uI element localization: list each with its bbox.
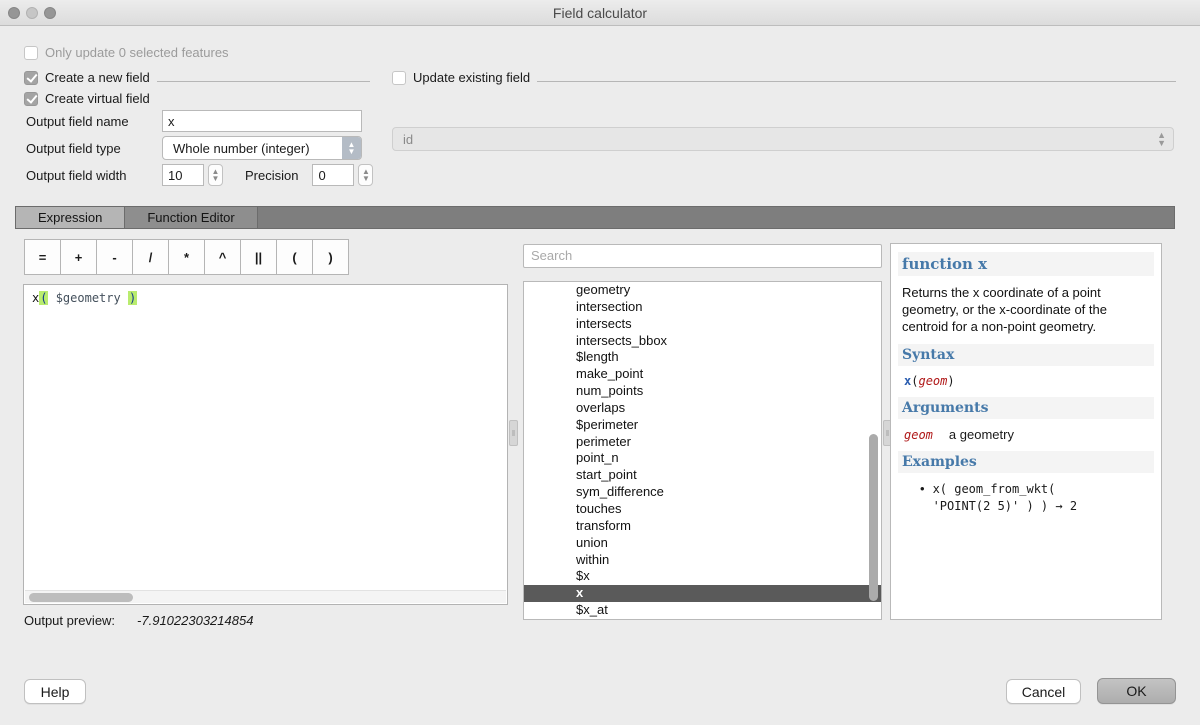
precision-label: Precision bbox=[245, 168, 298, 183]
operator-button[interactable]: + bbox=[60, 239, 97, 275]
existing-field-select: id ▲▼ bbox=[392, 127, 1174, 151]
expression-editor[interactable]: x( $geometry ) bbox=[23, 284, 508, 605]
tab-expression[interactable]: Expression bbox=[16, 207, 125, 228]
create-virtual-field-checkbox[interactable] bbox=[24, 92, 38, 106]
function-help-panel: function x Returns the x coordinate of a… bbox=[890, 243, 1162, 620]
cancel-button[interactable]: Cancel bbox=[1006, 679, 1081, 704]
precision-stepper[interactable]: ▲▼ bbox=[358, 164, 373, 186]
argument-row: geoma geometry bbox=[904, 427, 1150, 442]
output-field-type-value: Whole number (integer) bbox=[163, 141, 310, 156]
only-update-selected-checkbox[interactable] bbox=[24, 46, 38, 60]
operator-button[interactable]: ) bbox=[312, 239, 349, 275]
create-new-field-checkbox[interactable] bbox=[24, 71, 38, 85]
list-item[interactable]: $x bbox=[524, 568, 881, 585]
precision-value: 0 bbox=[318, 168, 325, 183]
create-new-field-row[interactable]: Create a new field bbox=[24, 70, 370, 85]
search-input[interactable]: Search bbox=[523, 244, 882, 268]
create-virtual-field-row[interactable]: Create virtual field bbox=[24, 91, 150, 106]
create-virtual-field-label: Create virtual field bbox=[45, 91, 150, 106]
title-bar[interactable]: Field calculator bbox=[0, 0, 1200, 26]
syntax-heading: Syntax bbox=[898, 344, 1154, 366]
list-item[interactable]: make_point bbox=[524, 366, 881, 383]
list-item[interactable]: $x_at bbox=[524, 602, 881, 619]
horizontal-scrollbar-thumb[interactable] bbox=[29, 593, 133, 602]
only-update-selected-row[interactable]: Only update 0 selected features bbox=[24, 45, 229, 60]
vertical-scrollbar-thumb[interactable] bbox=[869, 434, 878, 601]
horizontal-scrollbar[interactable] bbox=[25, 590, 506, 603]
tab-bar: ExpressionFunction Editor bbox=[15, 206, 1175, 229]
list-item[interactable]: intersects_bbox bbox=[524, 333, 881, 350]
precision-input[interactable]: 0 bbox=[312, 164, 354, 186]
operator-button[interactable]: - bbox=[96, 239, 133, 275]
output-field-width-label: Output field width bbox=[26, 168, 162, 183]
list-item[interactable]: sym_difference bbox=[524, 484, 881, 501]
field-calculator-dialog: Field calculator Only update 0 selected … bbox=[0, 0, 1200, 725]
create-new-field-label: Create a new field bbox=[45, 70, 150, 85]
update-existing-field-row[interactable]: Update existing field bbox=[392, 70, 1176, 85]
output-preview-row: Output preview: -7.91022303214854 bbox=[24, 613, 253, 628]
window-title: Field calculator bbox=[0, 5, 1200, 21]
output-field-name-label: Output field name bbox=[26, 114, 162, 129]
operator-button[interactable]: / bbox=[132, 239, 169, 275]
expression-text: x( $geometry ) bbox=[32, 291, 137, 305]
operator-button[interactable]: || bbox=[240, 239, 277, 275]
existing-field-value: id bbox=[393, 132, 413, 147]
syntax-paren: ) bbox=[947, 374, 954, 388]
output-preview-value: -7.91022303214854 bbox=[137, 613, 253, 628]
search-placeholder: Search bbox=[531, 248, 572, 263]
list-item[interactable]: union bbox=[524, 535, 881, 552]
examples-heading: Examples bbox=[898, 451, 1154, 473]
list-item[interactable]: num_points bbox=[524, 383, 881, 400]
help-description: Returns the x coordinate of a point geom… bbox=[902, 284, 1150, 335]
operator-button[interactable]: * bbox=[168, 239, 205, 275]
list-item[interactable]: $perimeter bbox=[524, 417, 881, 434]
list-item[interactable]: overlaps bbox=[524, 400, 881, 417]
output-field-type-label: Output field type bbox=[26, 141, 162, 156]
example-row: •x( geom_from_wkt('POINT(2 5)' ) ) → 2 bbox=[920, 481, 1150, 515]
tab-function-editor[interactable]: Function Editor bbox=[125, 207, 257, 228]
update-existing-field-checkbox[interactable] bbox=[392, 71, 406, 85]
operator-button[interactable]: = bbox=[24, 239, 61, 275]
list-item[interactable]: within bbox=[524, 552, 881, 569]
arguments-rows: geoma geometry bbox=[902, 427, 1150, 442]
examples-rows: •x( geom_from_wkt('POINT(2 5)' ) ) → 2 bbox=[902, 481, 1150, 515]
expression-token: ) bbox=[128, 291, 137, 305]
list-item[interactable]: touches bbox=[524, 501, 881, 518]
list-item[interactable]: point_n bbox=[524, 450, 881, 467]
arguments-heading: Arguments bbox=[898, 397, 1154, 419]
output-field-type-select[interactable]: Whole number (integer) ▲▼ bbox=[162, 136, 362, 160]
syntax-arg: geom bbox=[918, 374, 947, 388]
width-stepper[interactable]: ▲▼ bbox=[208, 164, 223, 186]
output-field-name-input[interactable]: x bbox=[162, 110, 362, 132]
output-preview-label: Output preview: bbox=[24, 613, 115, 628]
output-field-name-value: x bbox=[168, 114, 175, 129]
help-title: function x bbox=[898, 252, 1154, 276]
list-item[interactable]: start_point bbox=[524, 467, 881, 484]
update-existing-field-label: Update existing field bbox=[413, 70, 530, 85]
function-list[interactable]: geometryintersectionintersectsintersects… bbox=[523, 281, 882, 620]
list-item[interactable]: x bbox=[524, 585, 881, 602]
function-list-items: geometryintersectionintersectsintersects… bbox=[524, 282, 881, 619]
output-field-width-value: 10 bbox=[168, 168, 182, 183]
help-button[interactable]: Help bbox=[24, 679, 86, 704]
list-item[interactable]: $length bbox=[524, 349, 881, 366]
list-item[interactable]: intersects bbox=[524, 316, 881, 333]
list-item[interactable]: perimeter bbox=[524, 434, 881, 451]
splitter-handle[interactable] bbox=[509, 420, 518, 446]
ok-button[interactable]: OK bbox=[1097, 678, 1176, 704]
operator-button[interactable]: ( bbox=[276, 239, 313, 275]
chevron-up-down-icon: ▲▼ bbox=[342, 137, 361, 159]
syntax-code: x(geom) bbox=[904, 374, 1150, 388]
expression-token: $geometry bbox=[48, 291, 127, 305]
divider bbox=[537, 81, 1176, 82]
divider bbox=[157, 81, 370, 82]
only-update-selected-label: Only update 0 selected features bbox=[45, 45, 229, 60]
list-item[interactable]: geometry bbox=[524, 282, 881, 299]
chevron-up-down-icon: ▲▼ bbox=[1157, 131, 1166, 147]
operator-button[interactable]: ^ bbox=[204, 239, 241, 275]
operator-button-row: =+-/*^||() bbox=[24, 239, 349, 275]
list-item[interactable]: intersection bbox=[524, 299, 881, 316]
output-field-width-input[interactable]: 10 bbox=[162, 164, 204, 186]
list-item[interactable]: transform bbox=[524, 518, 881, 535]
